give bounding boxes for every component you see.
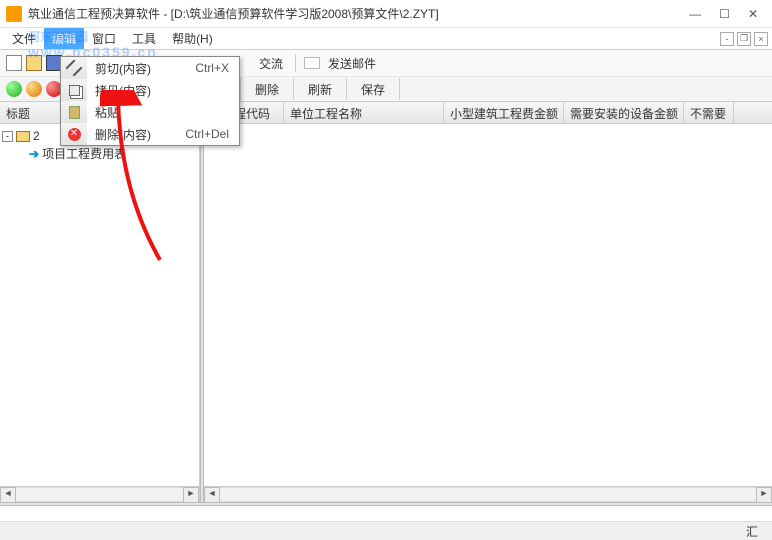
menu-window[interactable]: 窗口	[84, 28, 124, 49]
toolbar-separator	[346, 78, 347, 100]
open-icon[interactable]	[26, 55, 42, 71]
mail-icon	[304, 57, 320, 69]
menu-cut-accel: Ctrl+X	[195, 61, 239, 75]
menu-paste[interactable]: 粘贴	[61, 101, 239, 123]
left-scrollbar[interactable]: ◄ ►	[0, 486, 199, 502]
mdi-close[interactable]: ×	[754, 32, 768, 46]
status-text: 汇	[746, 523, 766, 540]
collapse-icon[interactable]: -	[2, 131, 13, 142]
menu-copy[interactable]: 拷贝(内容)	[61, 79, 239, 101]
left-panel: 标题 - 2 ➔ 项目工程费用表 ◄ ►	[0, 102, 200, 502]
scroll-left-button[interactable]: ◄	[0, 487, 16, 503]
col-install[interactable]: 需要安装的设备金额	[564, 102, 684, 123]
window-title: 筑业通信工程预决算软件 - [D:\筑业通信预算软件学习版2008\预算文件\2…	[28, 5, 689, 22]
menubar: 文件 编辑 窗口 工具 帮助(H) - ❐ ×	[0, 28, 772, 50]
column-headers: 位工程代码 单位工程名称 小型建筑工程费金额 需要安装的设备金额 不需要	[204, 102, 772, 124]
menu-delete-label: 删除(内容)	[87, 126, 185, 143]
toolbar-separator	[399, 78, 400, 100]
menu-paste-label: 粘贴	[87, 104, 229, 121]
scroll-left-button[interactable]: ◄	[204, 487, 220, 503]
menu-help[interactable]: 帮助(H)	[164, 28, 221, 49]
refresh-button[interactable]: 刷新	[298, 79, 342, 100]
edit-menu-dropdown: 剪切(内容) Ctrl+X 拷贝(内容) 粘贴 ✕ 删除(内容) Ctrl+De…	[60, 56, 240, 146]
titlebar: 筑业通信工程预决算软件 - [D:\筑业通信预算软件学习版2008\预算文件\2…	[0, 0, 772, 28]
close-button[interactable]: ✕	[748, 7, 758, 21]
delete-icon: ✕	[68, 128, 81, 141]
col-small[interactable]: 小型建筑工程费金额	[444, 102, 564, 123]
add-icon[interactable]	[6, 81, 22, 97]
statusbar: 汇	[0, 522, 772, 540]
folder-icon	[16, 131, 30, 142]
tree-child-label: 项目工程费用表	[42, 145, 126, 162]
menu-cut[interactable]: 剪切(内容) Ctrl+X	[61, 57, 239, 79]
cut-icon	[66, 60, 83, 77]
mdi-minimize[interactable]: -	[720, 32, 734, 46]
minimize-button[interactable]: —	[689, 7, 701, 21]
toolbar-separator	[295, 54, 296, 72]
scroll-right-button[interactable]: ►	[183, 487, 199, 503]
toolbar-separator	[240, 78, 241, 100]
menu-tools[interactable]: 工具	[124, 28, 164, 49]
menu-cut-label: 剪切(内容)	[87, 60, 195, 77]
col-noneed[interactable]: 不需要	[684, 102, 734, 123]
maximize-button[interactable]: ☐	[719, 7, 730, 21]
menu-edit[interactable]: 编辑	[44, 28, 84, 49]
save-button[interactable]: 保存	[351, 79, 395, 100]
modify-icon[interactable]	[26, 81, 42, 97]
delete-button[interactable]: 删除	[245, 79, 289, 100]
col-name[interactable]: 单位工程名称	[284, 102, 444, 123]
copy-icon	[69, 85, 80, 96]
tree-child[interactable]: ➔ 项目工程费用表	[2, 144, 197, 163]
mdi-restore[interactable]: ❐	[737, 32, 751, 46]
menu-delete[interactable]: ✕ 删除(内容) Ctrl+Del	[61, 123, 239, 145]
scroll-track[interactable]	[220, 487, 756, 502]
tree-root-label: 2	[33, 129, 40, 143]
right-scrollbar[interactable]: ◄ ►	[204, 486, 772, 502]
tree-view[interactable]: - 2 ➔ 项目工程费用表	[0, 124, 199, 486]
paste-icon	[69, 106, 80, 119]
toolbar-separator	[293, 78, 294, 100]
new-icon[interactable]	[6, 55, 22, 71]
main-area: 标题 - 2 ➔ 项目工程费用表 ◄ ► 位工程代码 单位工程名称 小型建筑工程…	[0, 102, 772, 502]
exchange-button[interactable]: 交流	[255, 55, 287, 72]
menu-copy-label: 拷贝(内容)	[87, 82, 229, 99]
grid-body[interactable]	[204, 124, 772, 486]
right-panel: 位工程代码 单位工程名称 小型建筑工程费金额 需要安装的设备金额 不需要 ◄ ►	[204, 102, 772, 502]
sendmail-button[interactable]: 发送邮件	[324, 55, 380, 72]
arrow-icon: ➔	[29, 147, 39, 161]
scroll-right-button[interactable]: ►	[756, 487, 772, 503]
menu-delete-accel: Ctrl+Del	[185, 127, 239, 141]
scroll-track[interactable]	[16, 487, 183, 502]
bottom-panel	[0, 506, 772, 522]
menu-file[interactable]: 文件	[4, 28, 44, 49]
app-icon	[6, 6, 22, 22]
